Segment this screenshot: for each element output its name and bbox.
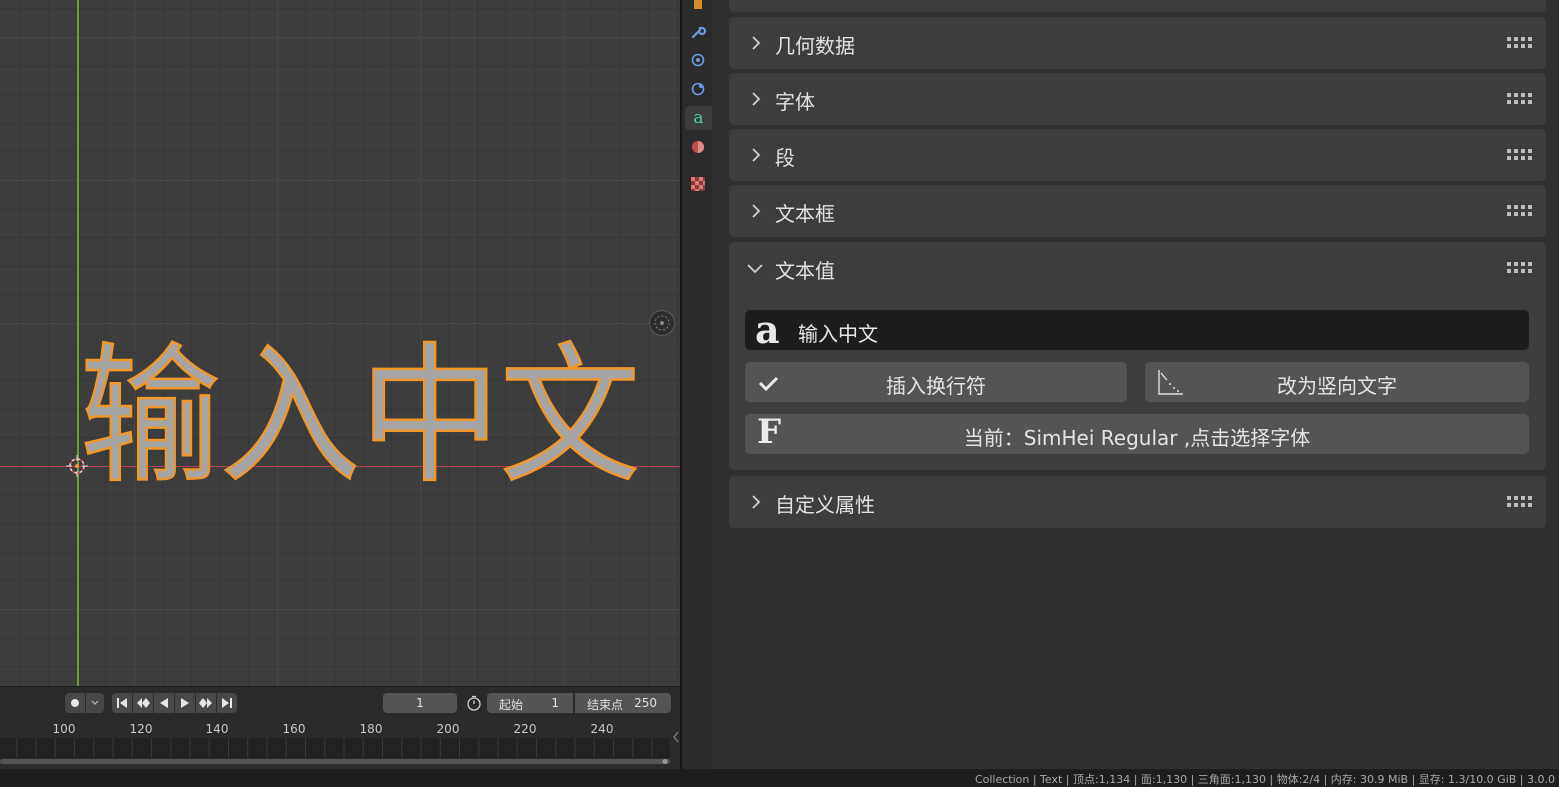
text-input-value: 输入中文 bbox=[798, 322, 878, 346]
panel-title: 自定义属性 bbox=[775, 493, 875, 517]
panel-text-value: 文本值 a 输入中文 插入换行符 改为竖向文字 F 当前：SimHei Regu… bbox=[729, 242, 1546, 470]
y-axis-line bbox=[77, 0, 79, 686]
record-icon[interactable] bbox=[65, 693, 85, 713]
chevron-down-icon[interactable] bbox=[86, 693, 104, 713]
ruler-tick: 220 bbox=[513, 722, 537, 736]
panel-hidden-top[interactable] bbox=[729, 0, 1546, 12]
particles-icon[interactable] bbox=[685, 48, 711, 72]
panel-title: 字体 bbox=[775, 90, 815, 114]
chevron-right-icon bbox=[752, 92, 761, 106]
properties-tabs: a bbox=[682, 0, 712, 769]
navigation-gizmo-icon[interactable] bbox=[648, 309, 676, 337]
properties-editor: 几何数据 字体 段 文本框 文本值 a 输入中文 插入换行符 改为竖向文字 F … bbox=[712, 0, 1559, 769]
drag-grip-icon[interactable] bbox=[1506, 495, 1536, 509]
next-keyframe-icon[interactable] bbox=[196, 693, 216, 713]
physics-icon[interactable] bbox=[685, 77, 711, 101]
panel-title: 文本值 bbox=[775, 259, 835, 283]
text-object-text: 输入中文 bbox=[80, 336, 640, 496]
3d-viewport[interactable]: 输入中文 bbox=[0, 0, 680, 686]
stopwatch-icon[interactable] bbox=[466, 695, 482, 711]
chevron-right-icon bbox=[752, 148, 761, 162]
chevron-down-icon bbox=[747, 264, 763, 274]
wrench-icon[interactable] bbox=[685, 20, 711, 44]
panel-geometry[interactable]: 几何数据 bbox=[729, 17, 1546, 69]
panel-custom-properties[interactable]: 自定义属性 bbox=[729, 476, 1546, 528]
jump-start-icon[interactable] bbox=[112, 693, 132, 713]
panel-title: 文本框 bbox=[775, 202, 835, 226]
object-icon[interactable] bbox=[685, 0, 711, 16]
vertical-text-button[interactable]: 改为竖向文字 bbox=[1145, 362, 1529, 402]
frame-ruler[interactable]: 100 120 140 160 180 200 220 240 bbox=[0, 718, 670, 738]
timeline-header: 1 起始 1 结束点 250 bbox=[0, 686, 680, 717]
3d-cursor-icon[interactable] bbox=[66, 455, 88, 477]
ruler-tick: 180 bbox=[359, 722, 383, 736]
drag-grip-icon[interactable] bbox=[1506, 148, 1536, 162]
font-select-button[interactable]: F 当前：SimHei Regular ,点击选择字体 bbox=[745, 412, 1529, 454]
text-object[interactable]: 输入中文 bbox=[80, 336, 680, 496]
chevron-right-icon bbox=[752, 495, 761, 509]
play-icon[interactable] bbox=[175, 693, 195, 713]
jump-end-icon[interactable] bbox=[217, 693, 237, 713]
ruler-tick: 120 bbox=[129, 722, 153, 736]
chevron-right-icon bbox=[752, 36, 761, 50]
play-reverse-icon[interactable] bbox=[154, 693, 174, 713]
end-frame-field[interactable]: 结束点 250 bbox=[575, 693, 671, 713]
ruler-tick: 160 bbox=[282, 722, 306, 736]
material-icon[interactable] bbox=[685, 135, 711, 159]
panel-font[interactable]: 字体 bbox=[729, 73, 1546, 125]
chevron-right-icon bbox=[752, 204, 761, 218]
prev-keyframe-icon[interactable] bbox=[133, 693, 153, 713]
drag-grip-icon[interactable] bbox=[1506, 92, 1536, 106]
text-input-field[interactable]: a 输入中文 bbox=[745, 307, 1529, 352]
ruler-tick: 200 bbox=[436, 722, 460, 736]
ruler-tick: 240 bbox=[590, 722, 614, 736]
drag-grip-icon[interactable] bbox=[1506, 36, 1536, 50]
timeline-editor: 1 起始 1 结束点 250 100 120 140 160 180 200 2… bbox=[0, 686, 680, 769]
timeline-scrollbar[interactable] bbox=[0, 758, 670, 765]
panel-title: 段 bbox=[775, 146, 795, 170]
collapse-arrow-icon[interactable] bbox=[672, 731, 680, 743]
ruler-tick: 100 bbox=[52, 722, 76, 736]
panel-header[interactable]: 文本值 bbox=[729, 242, 1546, 294]
insert-newline-button[interactable]: 插入换行符 bbox=[745, 362, 1127, 402]
panel-text-boxes[interactable]: 文本框 bbox=[729, 185, 1546, 237]
keyframe-area[interactable] bbox=[0, 738, 670, 758]
text-glyph-icon: a bbox=[755, 307, 780, 352]
panel-title: 几何数据 bbox=[775, 34, 855, 58]
start-frame-field[interactable]: 起始 1 bbox=[487, 693, 573, 713]
text-data-icon[interactable]: a bbox=[685, 106, 712, 130]
drag-grip-icon[interactable] bbox=[1506, 204, 1536, 218]
current-frame-field[interactable]: 1 bbox=[383, 693, 457, 713]
status-bar: Collection | Text | 顶点:1,134 | 面:1,130 |… bbox=[0, 769, 1559, 787]
ruler-tick: 140 bbox=[205, 722, 229, 736]
drag-grip-icon[interactable] bbox=[1506, 261, 1536, 275]
texture-icon[interactable] bbox=[685, 172, 711, 196]
panel-paragraph[interactable]: 段 bbox=[729, 129, 1546, 181]
status-stats: Collection | Text | 顶点:1,134 | 面:1,130 |… bbox=[974, 773, 1555, 786]
